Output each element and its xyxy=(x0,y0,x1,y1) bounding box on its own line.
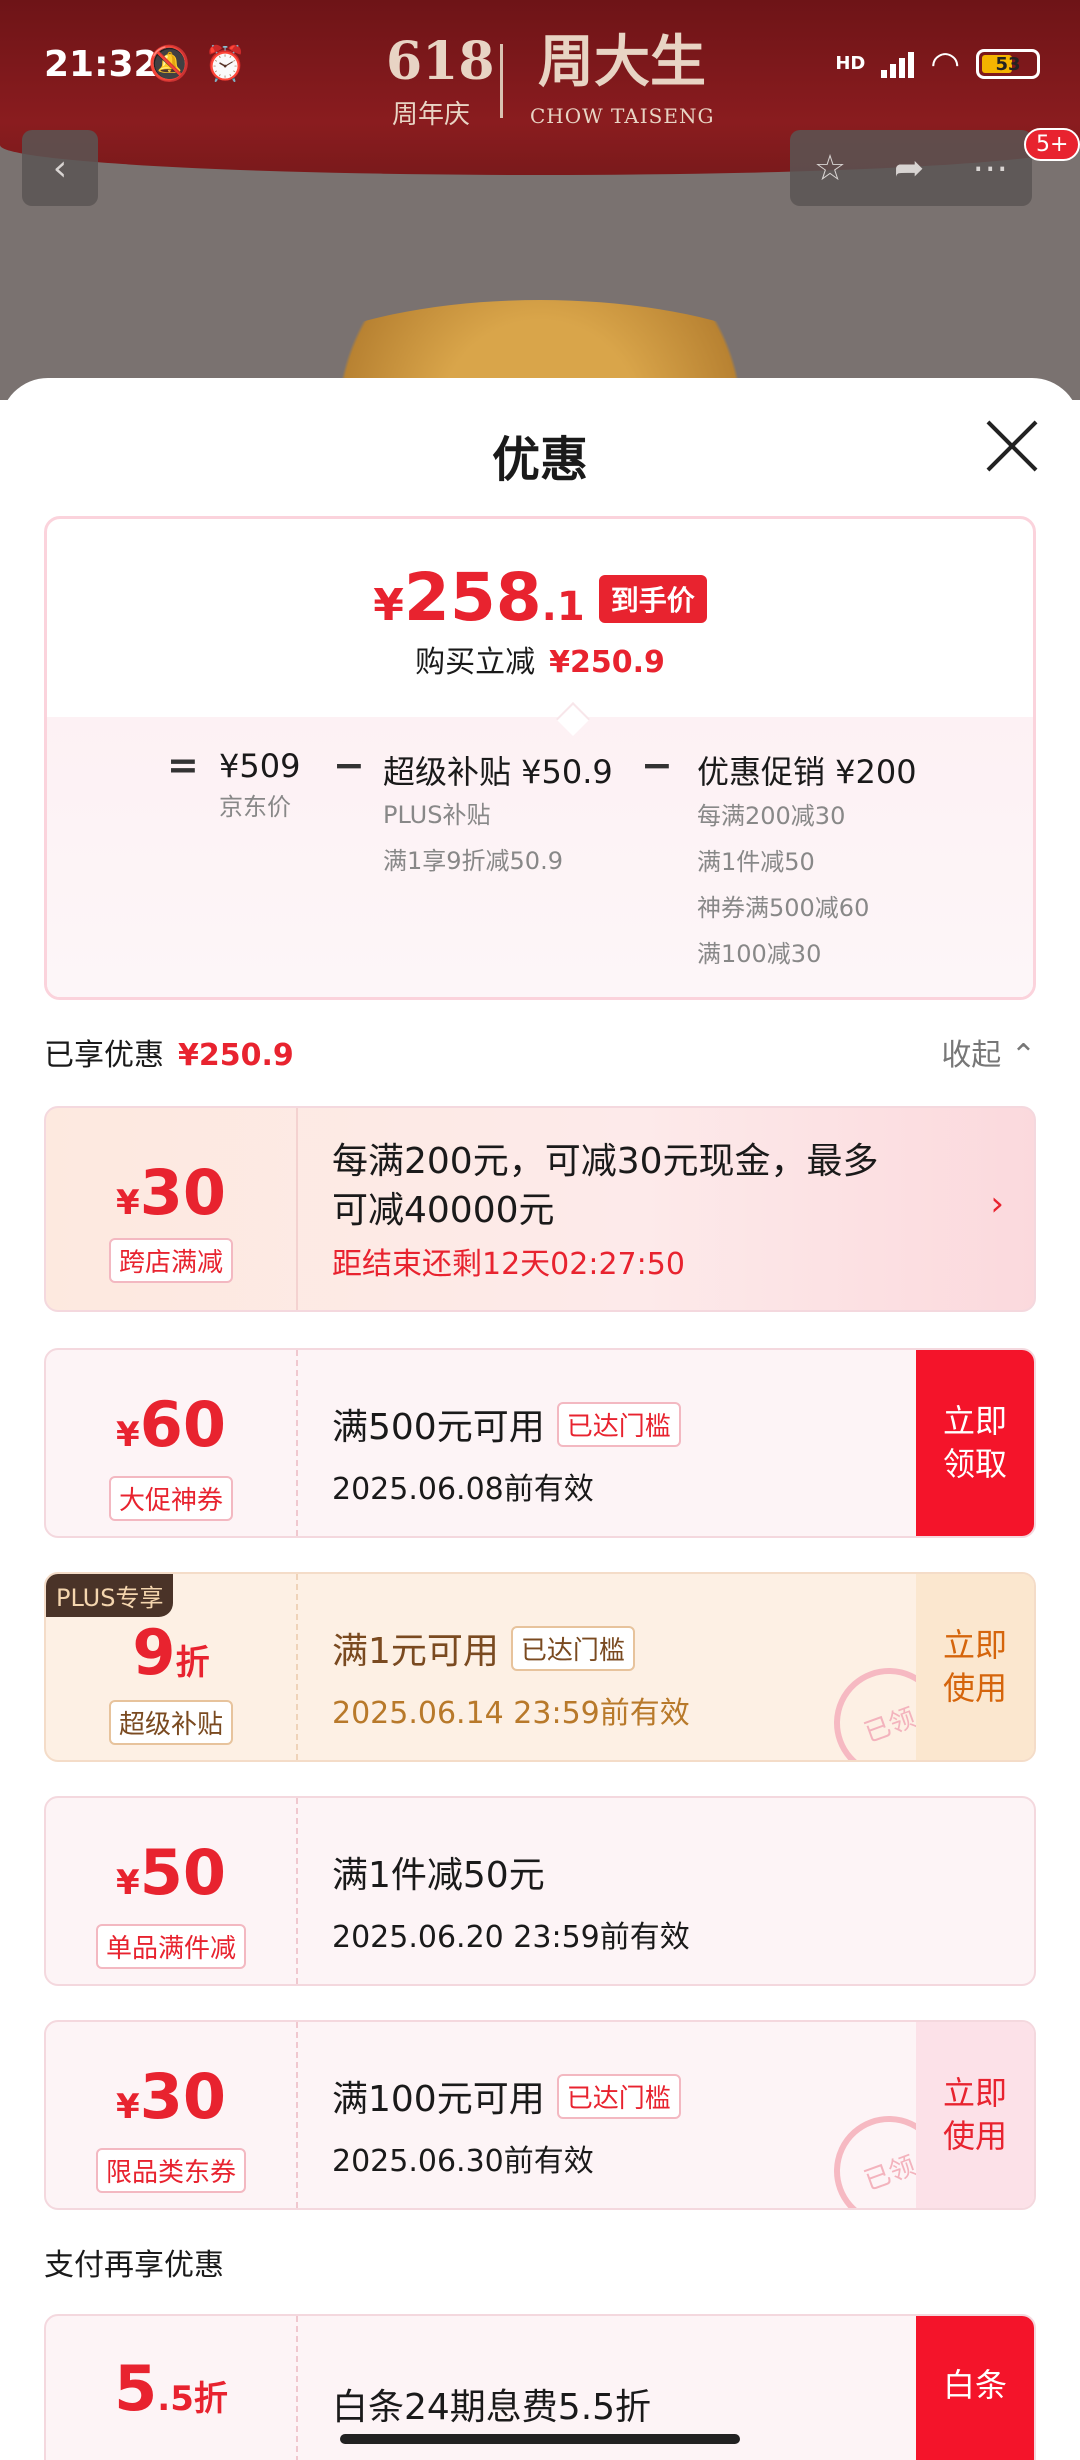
brand-618: 618 xyxy=(386,31,495,92)
coupon-plus-subsidy: 9折 超级补贴 PLUS专享 满1元可用 已达门槛 2025.06.14 23:5… xyxy=(44,1572,1036,1762)
star-icon[interactable]: ☆ xyxy=(814,148,846,189)
coupon-category: ¥30 限品类东券 满100元可用 已达门槛 2025.06.30前有效 已领 立… xyxy=(44,2020,1036,2210)
minus-sign-1: − xyxy=(333,743,365,787)
enjoyed-discount-row: 已享优惠 ¥250.9 收起 ⌃ xyxy=(44,1030,1036,1074)
promotion-discount: 优惠促销 ¥200 每满200减30 满1件减50 神券满500减60 满100… xyxy=(697,753,917,968)
alarm-icon: ⏰ xyxy=(204,44,247,84)
instant-discount: 购买立减 ¥250.9 xyxy=(415,645,665,680)
close-icon[interactable] xyxy=(984,418,1040,474)
chevron-left-icon: ‹ xyxy=(52,147,68,189)
more-icon[interactable]: ⋯ xyxy=(972,148,1008,189)
claim-button[interactable]: 立即领取 xyxy=(916,1350,1034,1536)
brand-logo-en: CHOW TAISENG xyxy=(530,104,715,128)
back-button[interactable]: ‹ xyxy=(22,130,98,206)
status-right-icons: HD ◠ 53 xyxy=(835,44,1040,84)
use-button[interactable]: 立即使用 xyxy=(916,2022,1034,2208)
final-price-value: 258 xyxy=(403,559,542,636)
brand-divider xyxy=(500,44,503,118)
baitiao-button[interactable]: 白条 xyxy=(916,2316,1034,2460)
price-breakdown-card: ¥258.1 到手价 购买立减 ¥250.9 = ¥509 京东价 − 超级补贴 ¥… xyxy=(44,516,1036,1000)
top-action-group: ☆ ➦ ⋯ xyxy=(790,130,1032,206)
collapse-button[interactable]: 收起 ⌃ xyxy=(941,1030,1036,1074)
battery-level: 53 xyxy=(995,53,1021,75)
plus-exclusive-tag: PLUS专享 xyxy=(46,1574,174,1617)
message-badge: 5+ xyxy=(1024,128,1080,161)
minus-sign-2: − xyxy=(641,743,673,787)
brand-logo-cn: 周大生 xyxy=(538,29,706,95)
final-price-tag: 到手价 xyxy=(598,575,707,623)
status-time: 21:32 xyxy=(44,44,159,85)
hd-label: HD xyxy=(835,53,866,74)
equals-sign: = xyxy=(167,743,199,787)
brand-anniversary: 周年庆 xyxy=(392,100,471,130)
wifi-icon: ◠ xyxy=(930,44,960,84)
discount-sheet: 优惠 ¥258.1 到手价 购买立减 ¥250.9 = ¥509 京东价 − 超级补… xyxy=(0,378,1080,2460)
home-indicator[interactable] xyxy=(340,2434,740,2444)
final-price: ¥258.1 到手价 xyxy=(47,559,1033,636)
sheet-title: 优惠 xyxy=(491,432,588,488)
share-icon[interactable]: ➦ xyxy=(894,148,924,189)
pay-discount-title: 支付再享优惠 xyxy=(44,2248,224,2283)
mute-icon: 🔕 xyxy=(148,44,191,84)
status-left-icons: 🔕 ⏰ xyxy=(148,44,247,84)
use-button-plus[interactable]: 立即使用 xyxy=(916,1574,1034,1760)
jd-price: ¥509 京东价 xyxy=(219,747,301,821)
super-subsidy: 超级补贴 ¥50.9 PLUS补贴 满1享9折减50.9 xyxy=(383,753,613,875)
coupon-item-discount: ¥50 单品满件减 满1件减50元 2025.06.20 23:59前有效 xyxy=(44,1796,1036,1986)
coupon-cross-store[interactable]: ¥30 跨店满减 每满200元，可减30元现金，最多可减40000元 距结束还剩… xyxy=(44,1106,1036,1312)
signal-icon xyxy=(881,50,915,78)
coupon-mega-sale: ¥60 大促神券 满500元可用 已达门槛 2025.06.08前有效 立即领取 xyxy=(44,1348,1036,1538)
battery-icon: 53 xyxy=(976,49,1040,79)
chevron-right-icon: › xyxy=(990,1184,1004,1224)
